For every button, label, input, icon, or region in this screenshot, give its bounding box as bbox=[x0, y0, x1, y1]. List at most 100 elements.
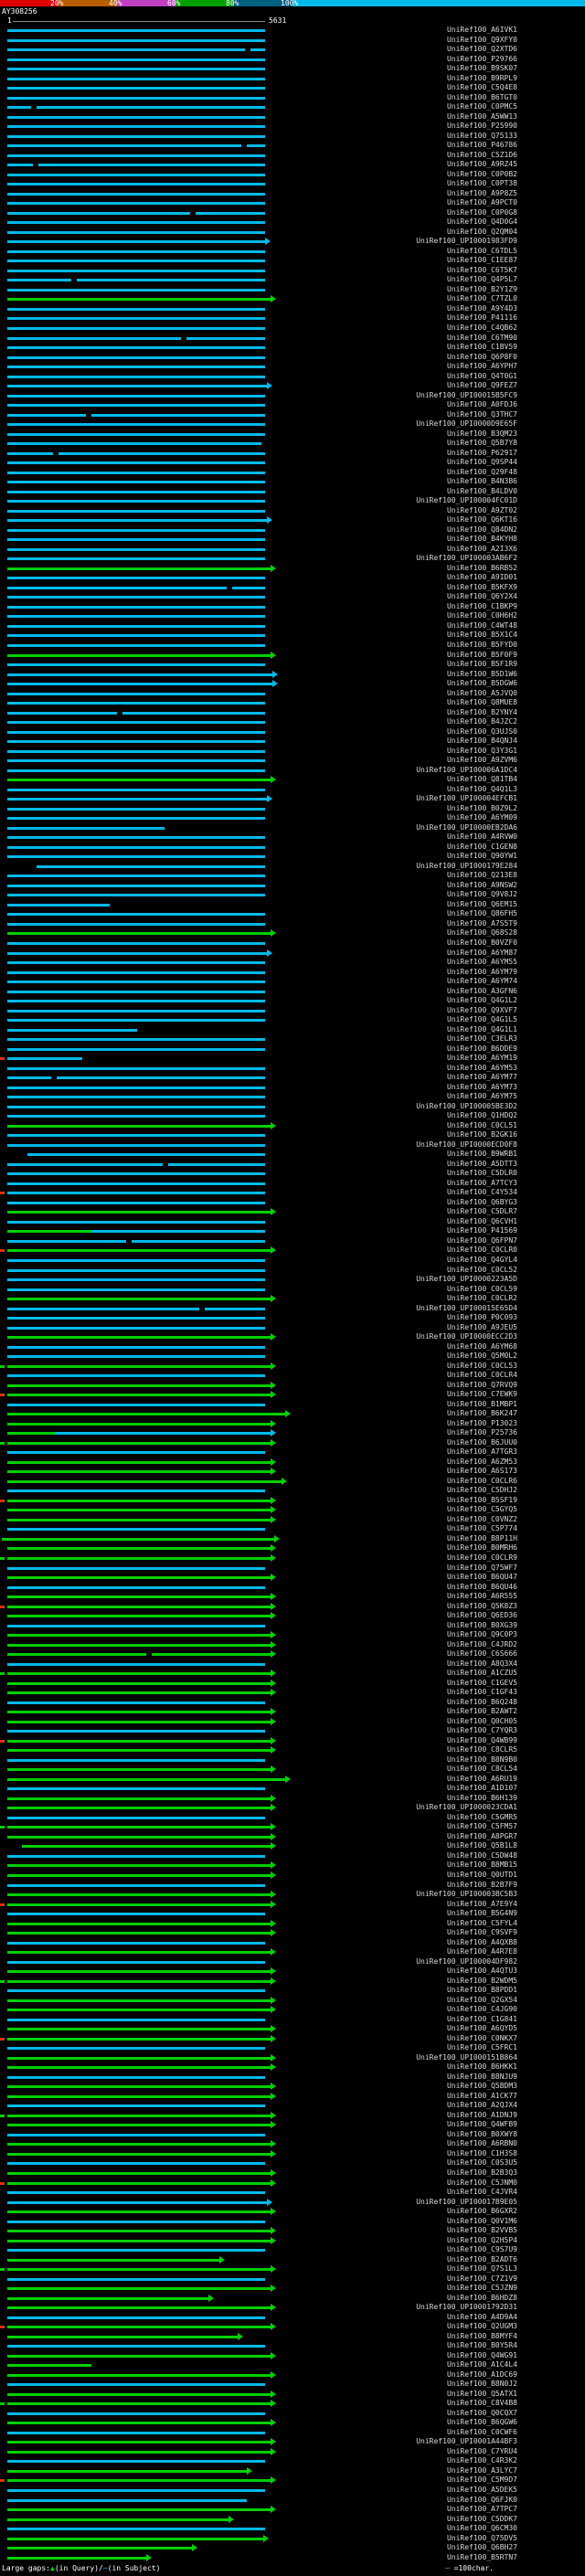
alignment-row: UniRef100_A6YM09 bbox=[0, 813, 585, 823]
alignment-row: UniRef100_C0CL51 bbox=[0, 1121, 585, 1131]
subject-label: UniRef100_Q6FJK0 bbox=[446, 2495, 517, 2504]
alignment-bar bbox=[7, 981, 265, 984]
alignment-row: UniRef100_Q0UTD1 bbox=[0, 1871, 585, 1881]
alignment-row: UniRef100_A1CZU5 bbox=[0, 1669, 585, 1679]
alignment-row: UniRef100_C1EE87 bbox=[0, 256, 585, 266]
alignment-row: UniRef100_Q4WB99 bbox=[0, 1736, 585, 1746]
subject-extends-arrow-icon bbox=[271, 2390, 276, 2398]
subject-label: UniRef100_A9PCT0 bbox=[446, 198, 517, 207]
alignment-bar bbox=[7, 1009, 265, 1012]
subject-label: UniRef100_A6QYD5 bbox=[446, 2024, 517, 2033]
alignment-row: UniRef100_C0CL53 bbox=[0, 1362, 585, 1372]
alignment-bar bbox=[7, 1259, 265, 1262]
subject-extends-arrow-icon bbox=[271, 1794, 276, 1802]
subject-label: UniRef100_Q6BYG3 bbox=[446, 1197, 517, 1206]
subject-label: UniRef100_B5FYD0 bbox=[446, 641, 517, 649]
alignment-row: UniRef100_A3GFN6 bbox=[0, 987, 585, 997]
alignment-bar bbox=[7, 836, 265, 840]
alignment-bar bbox=[91, 1230, 265, 1234]
alignment-row: UniRef100_B6HKK1 bbox=[0, 2062, 585, 2072]
alignment-bar bbox=[7, 1489, 265, 1493]
alignment-bar bbox=[77, 279, 265, 282]
subject-label: UniRef100_A6YM77 bbox=[446, 1073, 517, 1082]
subject-label: UniRef100_C6S666 bbox=[446, 1649, 517, 1659]
subject-extends-arrow-icon bbox=[271, 1419, 276, 1427]
alignment-row: UniRef100_P41569 bbox=[0, 1226, 585, 1236]
subject-label: UniRef100_B0MRH6 bbox=[446, 1543, 517, 1553]
subject-label: UniRef100_P25736 bbox=[446, 1428, 517, 1437]
subject-label: UniRef100_C4JVR4 bbox=[446, 2188, 517, 2197]
alignment-bar bbox=[7, 817, 265, 821]
alignment-bar bbox=[7, 2450, 271, 2454]
subject-label: UniRef100_B2B3Q3 bbox=[446, 2168, 517, 2177]
alignment-bar bbox=[7, 509, 265, 513]
alignment-bar bbox=[7, 875, 265, 878]
alignment-row: UniRef100_B5G4N9 bbox=[0, 1909, 585, 1919]
alignment-row: UniRef100_Q6KT16 bbox=[0, 515, 585, 525]
subject-label: UniRef100_C5FYL4 bbox=[446, 1918, 517, 1927]
subject-extends-arrow-icon bbox=[247, 2466, 252, 2475]
alignment-bar bbox=[7, 1576, 271, 1580]
alignment-bar bbox=[7, 68, 265, 71]
alignment-row: UniRef100_A9RZ45 bbox=[0, 160, 585, 170]
alignment-row: UniRef100_C0CLR0 bbox=[0, 1246, 585, 1256]
alignment-bar bbox=[7, 1076, 51, 1080]
alignment-rows-container: UniRef100_A6IVK1 UniRef100_Q9XFY0 UniRef10… bbox=[0, 26, 585, 2562]
subject-label: UniRef100_Q5B1L8 bbox=[446, 1841, 517, 1850]
alignment-bar bbox=[7, 2075, 265, 2079]
alignment-row: UniRef100_A6YM19 bbox=[0, 1054, 585, 1064]
alignment-row: UniRef100_C5FM57 bbox=[0, 1822, 585, 1832]
alignment-bar bbox=[7, 298, 271, 302]
query-gap-marker bbox=[0, 1672, 5, 1676]
alignment-bar bbox=[7, 1162, 163, 1166]
subject-label: UniRef100_C1H3S8 bbox=[446, 2148, 517, 2157]
alignment-bar bbox=[7, 779, 271, 782]
alignment-bar bbox=[7, 1566, 265, 1570]
subject-label: UniRef100_A6ZM53 bbox=[446, 1457, 517, 1466]
subject-label: UniRef100_Q5K8Z3 bbox=[446, 1601, 517, 1610]
alignment-row: UniRef100_UPI000179E284 bbox=[0, 862, 585, 872]
alignment-bar bbox=[132, 1239, 265, 1243]
subject-label: UniRef100_Q2XTD6 bbox=[446, 45, 517, 54]
subject-label: UniRef100_C6TM90 bbox=[446, 333, 517, 342]
alignment-bar bbox=[7, 1691, 271, 1695]
alignment-row: UniRef100_A1C4L4 bbox=[0, 2360, 585, 2370]
alignment-bar bbox=[7, 2287, 271, 2291]
alignment-bar bbox=[38, 164, 265, 167]
alignment-bar bbox=[7, 2133, 265, 2136]
alignment-bar bbox=[7, 346, 265, 350]
subject-label: UniRef100_Q0CH05 bbox=[446, 1716, 517, 1725]
alignment-bar bbox=[7, 2306, 271, 2310]
alignment-row: UniRef100_Q6BYG3 bbox=[0, 1198, 585, 1208]
subject-extends-arrow-icon bbox=[271, 1333, 276, 1341]
alignment-row: UniRef100_A8PGR7 bbox=[0, 1832, 585, 1842]
alignment-bar bbox=[7, 1681, 271, 1685]
alignment-row: UniRef100_B4KYH8 bbox=[0, 535, 585, 545]
alignment-bar bbox=[57, 1076, 265, 1080]
alignment-row: UniRef100_A9P8Z5 bbox=[0, 189, 585, 199]
alignment-bar bbox=[7, 1115, 265, 1118]
alignment-row: UniRef100_A4RVW0 bbox=[0, 832, 585, 843]
alignment-bar bbox=[7, 249, 265, 253]
alignment-bar bbox=[7, 1239, 126, 1243]
alignment-bar bbox=[7, 1201, 265, 1204]
alignment-bar bbox=[7, 932, 271, 936]
alignment-row: UniRef100_Q8MUE8 bbox=[0, 698, 585, 708]
alignment-row: UniRef100_A6YM73 bbox=[0, 1083, 585, 1093]
alignment-bar bbox=[7, 2220, 265, 2223]
alignment-row: UniRef100_A7S5T9 bbox=[0, 919, 585, 929]
subject-extends-arrow-icon bbox=[271, 1746, 276, 1754]
legend-subject-text: (in Subject) bbox=[107, 2564, 161, 2573]
alignment-row: UniRef100_B2YNY4 bbox=[0, 708, 585, 718]
alignment-bar bbox=[7, 903, 110, 906]
alignment-row: UniRef100_Q2GX54 bbox=[0, 1996, 585, 2006]
alignment-bar bbox=[7, 144, 241, 148]
alignment-bar bbox=[7, 2383, 265, 2387]
subject-label: UniRef100_C4Y534 bbox=[446, 1188, 517, 1197]
alignment-row: UniRef100_A5JVQ0 bbox=[0, 689, 585, 699]
alignment-row: UniRef100_Q75WF7 bbox=[0, 1564, 585, 1574]
alignment-row: UniRef100_C0PT38 bbox=[0, 179, 585, 189]
subject-label: UniRef100_Q7RVQ9 bbox=[446, 1380, 517, 1389]
subject-extends-arrow-icon bbox=[271, 2006, 276, 2014]
subject-label: UniRef100_B8N0J2 bbox=[446, 2380, 517, 2389]
